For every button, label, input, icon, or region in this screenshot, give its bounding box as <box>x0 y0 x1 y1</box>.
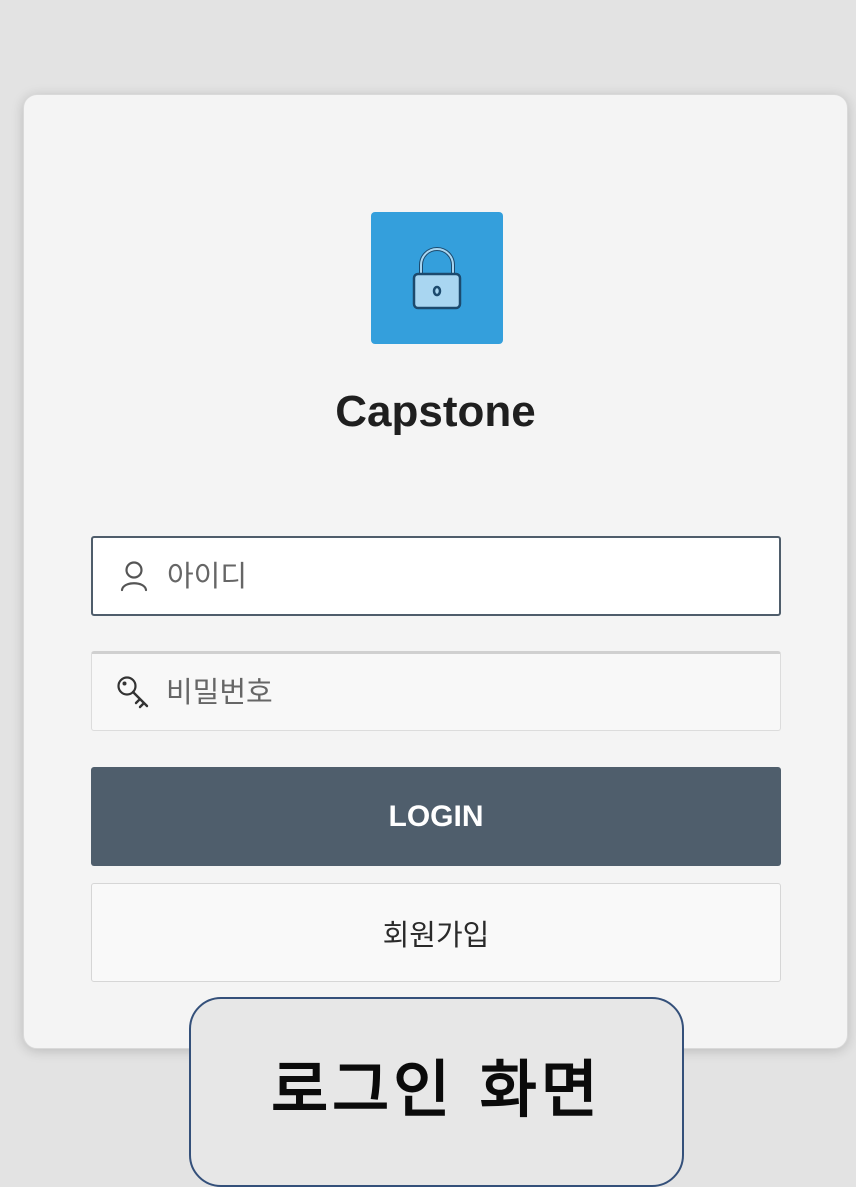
login-card: Capstone LOGIN 회원가입 <box>23 94 848 1049</box>
login-button[interactable]: LOGIN <box>91 767 781 866</box>
password-field[interactable] <box>91 651 781 731</box>
screen-caption: 로그인 화면 <box>189 997 684 1187</box>
signup-button[interactable]: 회원가입 <box>91 883 781 982</box>
app-title: Capstone <box>335 387 536 436</box>
user-icon <box>117 559 151 593</box>
lock-icon <box>412 247 462 310</box>
key-icon <box>116 675 150 709</box>
caption-text: 로그인 화면 <box>271 1053 602 1126</box>
app-logo <box>371 212 503 344</box>
id-field[interactable] <box>91 536 781 616</box>
id-input[interactable] <box>165 558 729 594</box>
password-input[interactable] <box>164 674 728 710</box>
